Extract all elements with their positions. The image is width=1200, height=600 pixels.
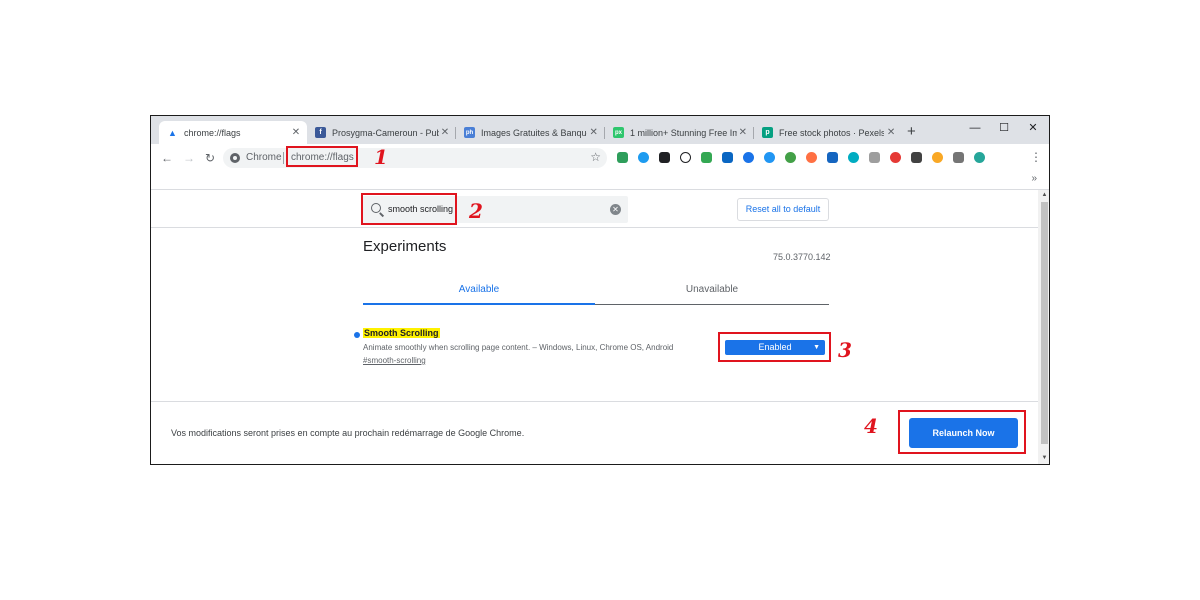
tab-prosygma[interactable]: f Prosygma-Cameroun - Publica ✕ bbox=[307, 121, 455, 144]
tab-title: chrome://flags bbox=[184, 127, 241, 138]
tab-title: Free stock photos · Pexels bbox=[779, 127, 885, 138]
flag-name: Smooth Scrolling bbox=[363, 328, 440, 338]
extension-icon[interactable] bbox=[869, 152, 880, 163]
back-icon[interactable]: ← bbox=[159, 150, 175, 166]
flag-description: Animate smoothly when scrolling page con… bbox=[363, 343, 674, 352]
clear-search-icon[interactable]: ✕ bbox=[610, 204, 621, 215]
photo-site-icon: ph bbox=[464, 127, 475, 138]
extension-icon[interactable] bbox=[659, 152, 670, 163]
annotation-box-relaunch bbox=[898, 410, 1026, 454]
close-window-icon[interactable]: ✕ bbox=[1023, 120, 1043, 136]
annotation-step-4: 4 bbox=[864, 414, 878, 438]
flask-icon: ▲ bbox=[168, 127, 177, 138]
tab-strip: ▲ chrome://flags ✕ f Prosygma-Cameroun -… bbox=[151, 116, 1049, 144]
extension-icon[interactable] bbox=[974, 152, 985, 163]
omnibox-chip-label: Chrome bbox=[246, 152, 282, 163]
tab-unavailable[interactable]: Unavailable bbox=[596, 284, 828, 295]
extension-icon[interactable] bbox=[953, 152, 964, 163]
extension-icon[interactable] bbox=[743, 152, 754, 163]
maximize-icon[interactable]: ☐ bbox=[994, 120, 1014, 136]
google-drive-icon[interactable] bbox=[701, 152, 712, 163]
annotation-step-1: 1 bbox=[374, 145, 388, 169]
new-tab-button[interactable]: + bbox=[907, 123, 916, 141]
pexels-icon: p bbox=[762, 127, 773, 138]
annotation-box-enabled bbox=[718, 332, 831, 362]
relaunch-message: Vos modifications seront prises en compt… bbox=[171, 428, 525, 438]
extension-icon[interactable] bbox=[932, 152, 943, 163]
extension-icon[interactable] bbox=[680, 152, 691, 163]
annotation-box-url bbox=[286, 146, 358, 167]
annotation-box-search bbox=[361, 193, 457, 225]
extension-icon[interactable] bbox=[911, 152, 922, 163]
extension-icon[interactable] bbox=[764, 152, 775, 163]
extension-icon[interactable] bbox=[785, 152, 796, 163]
version-label: 75.0.3770.142 bbox=[773, 252, 831, 262]
extension-icon[interactable] bbox=[617, 152, 628, 163]
scrollbar-thumb[interactable] bbox=[1041, 202, 1048, 444]
close-tab-icon[interactable]: ✕ bbox=[289, 127, 303, 138]
annotation-step-2: 2 bbox=[469, 199, 483, 223]
tab-available[interactable]: Available bbox=[363, 284, 595, 295]
tab-title: Images Gratuites & Banque d bbox=[481, 127, 588, 138]
close-tab-icon[interactable]: ✕ bbox=[884, 127, 898, 138]
pixabay-icon: px bbox=[613, 127, 624, 138]
tab-active-indicator bbox=[363, 303, 595, 305]
scroll-up-icon[interactable]: ▲ bbox=[1038, 192, 1049, 198]
reset-all-button[interactable]: Reset all to default bbox=[737, 198, 829, 221]
tab-divider bbox=[595, 304, 829, 305]
bookmark-star-icon[interactable]: ☆ bbox=[590, 150, 601, 164]
scroll-down-icon[interactable]: ▼ bbox=[1038, 455, 1049, 461]
reload-icon[interactable]: ↻ bbox=[202, 150, 218, 166]
tab-chrome-flags[interactable]: ▲ chrome://flags ✕ bbox=[159, 121, 307, 144]
flag-permalink[interactable]: #smooth-scrolling bbox=[363, 356, 426, 365]
extensions-overflow-row: » bbox=[151, 172, 1049, 190]
search-header: smooth scrolling ✕ Reset all to default bbox=[151, 190, 1038, 228]
tab-images-gratuites[interactable]: ph Images Gratuites & Banque d ✕ bbox=[456, 121, 604, 144]
extension-icon[interactable] bbox=[848, 152, 859, 163]
tab-pexels[interactable]: p Free stock photos · Pexels ✕ bbox=[754, 121, 902, 144]
chrome-icon bbox=[230, 153, 240, 163]
extension-icon[interactable] bbox=[827, 152, 838, 163]
overflow-chevron-icon[interactable]: » bbox=[1031, 173, 1037, 184]
omnibox-divider bbox=[283, 152, 284, 164]
forward-icon[interactable]: → bbox=[181, 150, 197, 166]
address-bar[interactable]: Chrome chrome://flags ☆ bbox=[223, 148, 607, 168]
close-tab-icon[interactable]: ✕ bbox=[737, 127, 749, 138]
extension-icon[interactable] bbox=[638, 152, 649, 163]
linkedin-icon[interactable] bbox=[722, 152, 733, 163]
menu-dots-icon[interactable]: ⋮ bbox=[1030, 150, 1042, 164]
close-tab-icon[interactable]: ✕ bbox=[587, 127, 600, 138]
scrollbar[interactable]: ▲ ▼ bbox=[1038, 190, 1049, 464]
tab-pixabay[interactable]: px 1 million+ Stunning Free Imag ✕ bbox=[605, 121, 753, 144]
extension-icon[interactable] bbox=[806, 152, 817, 163]
facebook-icon: f bbox=[315, 127, 326, 138]
annotation-step-3: 3 bbox=[838, 338, 852, 362]
tab-title: 1 million+ Stunning Free Imag bbox=[630, 127, 737, 138]
page-title: Experiments bbox=[363, 238, 447, 255]
minimize-icon[interactable]: — bbox=[965, 120, 985, 136]
modified-indicator bbox=[354, 332, 360, 338]
tab-title: Prosygma-Cameroun - Publica bbox=[332, 127, 439, 138]
extension-icon[interactable] bbox=[890, 152, 901, 163]
close-tab-icon[interactable]: ✕ bbox=[439, 127, 451, 138]
